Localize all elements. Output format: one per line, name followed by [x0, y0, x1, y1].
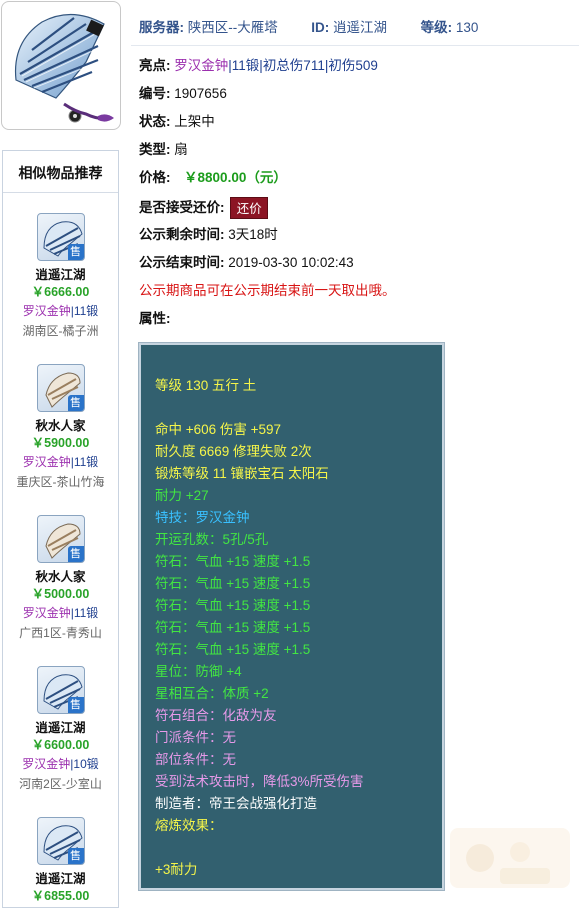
attr-line: +3耐力 [155, 862, 198, 877]
attr-line: 符石组合：化敌为友 [155, 708, 277, 723]
fan-icon [14, 13, 114, 123]
attr-line: 熔炼效果： [155, 818, 223, 833]
attr-line: 符石：气血 +15 速度 +1.5 [155, 642, 311, 657]
highlight-label: 亮点: [139, 58, 171, 73]
type-row: 类型: 扇 [139, 141, 188, 159]
similar-item-name[interactable]: 秋水人家 [3, 569, 118, 585]
fan-icon[interactable]: 售 [36, 817, 85, 865]
price-label: 价格: [139, 170, 171, 185]
notice-text: 公示期商品可在公示期结束前一天取出哦。 [139, 283, 396, 298]
similar-item-name[interactable]: 逍遥江湖 [3, 267, 118, 283]
id-label: ID: [311, 20, 330, 35]
highlight-skill: 罗汉金钟 [174, 58, 229, 73]
level-value: 130 [455, 20, 479, 35]
attr-line: 制造者：帝王会战强化打造 [155, 796, 317, 811]
attr-line: 符石：气血 +15 速度 +1.5 [155, 576, 311, 591]
attr-line: 开运孔数：5孔/5孔 [155, 532, 269, 547]
attributes-box: 等级 130 五行 土 命中 +606 伤害 +597 耐久度 6669 修理失… [138, 342, 445, 891]
similar-item[interactable]: 售 逍遥江湖 ￥6600.00 罗汉金钟|10锻 河南2区-少室山 [3, 666, 118, 794]
attr-line: 符石：气血 +15 速度 +1.5 [155, 598, 311, 613]
fan-icon[interactable]: 售 [36, 213, 85, 261]
fan-icon[interactable]: 售 [36, 666, 85, 714]
similar-item-name[interactable]: 逍遥江湖 [3, 871, 118, 887]
similar-item-price: ￥5900.00 [31, 436, 90, 450]
status-value: 上架中 [174, 114, 215, 129]
remaining-label: 公示剩余时间: [139, 227, 225, 242]
price-row: 价格: ￥8800.00（元） [139, 169, 287, 187]
attr-line: 耐力 +27 [155, 488, 209, 503]
number-value: 1907656 [174, 86, 227, 101]
similar-item-server: 河南2区-少室山 [19, 777, 102, 791]
type-label: 类型: [139, 142, 171, 157]
server-value: 陕西区--大雁塔 [187, 20, 278, 35]
number-label: 编号: [139, 86, 171, 101]
highlight-total-damage: 初总伤711 [262, 58, 325, 73]
attr-line: 符石：气血 +15 速度 +1.5 [155, 554, 311, 569]
attr-line: 门派条件：无 [155, 730, 236, 745]
number-row: 编号: 1907656 [139, 85, 227, 103]
similar-item[interactable]: 售 逍遥江湖 ￥6855.00 [3, 817, 118, 905]
attr-line: 受到法术攻击时，降低3%所受伤害 [155, 774, 364, 789]
similar-item-price: ￥5000.00 [31, 587, 90, 601]
attr-line: 部位条件：无 [155, 752, 236, 767]
similar-item-name[interactable]: 秋水人家 [3, 418, 118, 434]
similar-item-server: 湖南区-橘子洲 [22, 324, 99, 338]
type-value: 扇 [174, 142, 188, 157]
remaining-row: 公示剩余时间: 3天18时 [139, 226, 278, 244]
highlight-damage: 初伤509 [328, 58, 378, 73]
fan-icon[interactable]: 售 [36, 364, 85, 412]
id-value: 逍遥江湖 [333, 20, 388, 35]
attr-line: 特技：罗汉金钟 [155, 510, 250, 525]
sell-badge: 售 [67, 697, 84, 713]
price-value: ￥8800.00（元） [184, 170, 287, 185]
sell-badge: 售 [67, 546, 84, 562]
attr-line: 星相互合：体质 +2 [155, 686, 269, 701]
similar-item[interactable]: 售 秋水人家 ￥5000.00 罗汉金钟|11锻 广西1区-青秀山 [3, 515, 118, 643]
similar-item-tags: 罗汉金钟|11锻 [22, 606, 99, 620]
bargain-label: 是否接受还价: [139, 200, 225, 215]
sell-badge: 售 [67, 848, 84, 864]
similar-item-tags: 罗汉金钟|11锻 [22, 304, 99, 318]
similar-item-price: ￥6855.00 [31, 889, 90, 903]
highlight-row: 亮点: 罗汉金钟|11锻|初总伤711|初伤509 [139, 57, 378, 75]
end-time-row: 公示结束时间: 2019-03-30 10:02:43 [139, 254, 354, 272]
header-divider [131, 45, 579, 46]
similar-item-price: ￥6666.00 [31, 285, 90, 299]
sell-badge: 售 [67, 395, 84, 411]
similar-item-server: 广西1区-青秀山 [19, 626, 102, 640]
similar-item-price: ￥6600.00 [31, 738, 90, 752]
similar-item-tags: 罗汉金钟|11锻 [22, 455, 99, 469]
bargain-button[interactable]: 还价 [230, 197, 269, 220]
highlight-forge: 11锻 [231, 58, 260, 73]
watermark-image [440, 818, 579, 908]
similar-items-panel: 相似物品推荐 售 逍遥江湖 ￥6666.00 罗汉金钟|11锻 湖南区-橘子洲 … [2, 150, 119, 908]
similar-item-tags: 罗汉金钟|10锻 [22, 757, 99, 771]
seller-header: 服务器: 陕西区--大雁塔 ID: 逍遥江湖 等级: 130 [139, 16, 579, 36]
end-time-label: 公示结束时间: [139, 255, 225, 270]
status-label: 状态: [139, 114, 171, 129]
server-label: 服务器: [139, 20, 184, 35]
status-row: 状态: 上架中 [139, 113, 215, 131]
similar-item-name[interactable]: 逍遥江湖 [3, 720, 118, 736]
similar-item-server: 重庆区-茶山竹海 [16, 475, 105, 489]
fan-icon[interactable]: 售 [36, 515, 85, 563]
attr-line: 星位：防御 +4 [155, 664, 242, 679]
attr-line: 等级 130 五行 土 [155, 378, 257, 393]
sell-badge: 售 [67, 244, 84, 260]
attr-line: 锻炼等级 11 镶嵌宝石 太阳石 [155, 466, 329, 481]
remaining-value: 3天18时 [228, 227, 278, 242]
item-image[interactable] [1, 1, 121, 130]
attr-line: 命中 +606 伤害 +597 [155, 422, 282, 437]
similar-item[interactable]: 售 秋水人家 ￥5900.00 罗汉金钟|11锻 重庆区-茶山竹海 [3, 364, 118, 492]
similar-items-title: 相似物品推荐 [3, 151, 118, 193]
attributes-label: 属性: [139, 311, 171, 326]
end-time-value: 2019-03-30 10:02:43 [228, 255, 354, 270]
attr-line: 符石：气血 +15 速度 +1.5 [155, 620, 311, 635]
level-label: 等级: [420, 20, 453, 35]
similar-item[interactable]: 售 逍遥江湖 ￥6666.00 罗汉金钟|11锻 湖南区-橘子洲 [3, 213, 118, 341]
attr-line: 耐久度 6669 修理失败 2次 [155, 444, 312, 459]
bargain-row: 是否接受还价: 还价 [139, 196, 269, 220]
